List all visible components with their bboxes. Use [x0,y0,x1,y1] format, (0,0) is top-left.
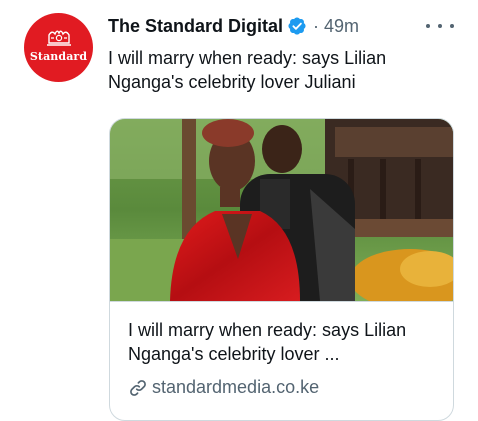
standard-emblem-icon [47,30,71,46]
timestamp[interactable]: 49m [324,16,359,37]
card-title[interactable]: I will marry when ready: says Lilian Nga… [128,318,443,366]
card-domain-text: standardmedia.co.ke [152,377,320,397]
card-domain[interactable]: standardmedia.co.ke [128,377,319,398]
tweet-text: I will marry when ready: says Lilian Nga… [108,48,387,92]
tweet[interactable]: Standard The Standard Digital · 49m I wi… [0,0,478,421]
tweet-header: The Standard Digital · 49m [108,14,359,38]
link-card[interactable]: I will marry when ready: says Lilian Nga… [109,118,454,421]
display-name[interactable]: The Standard Digital [108,16,283,37]
card-photo [110,119,453,301]
link-icon [130,379,146,396]
avatar[interactable]: Standard [24,13,93,82]
more-options-icon[interactable] [426,20,454,32]
avatar-logo-text: Standard [29,50,88,63]
card-image[interactable] [110,119,453,301]
verified-badge-icon [288,17,306,35]
header-separator: · [313,15,320,36]
card-divider [110,301,453,302]
